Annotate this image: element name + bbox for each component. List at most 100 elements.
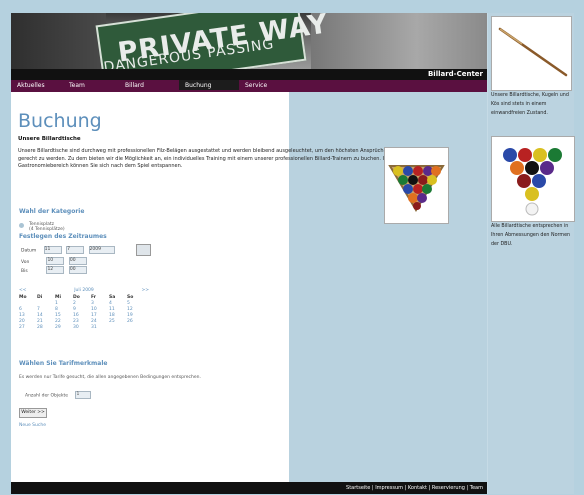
calendar: << Juli 2009 >> Mo Di Mi Do Fr Sa So 1 2 3 4 5 6 7 8 9 1… [19, 288, 149, 330]
calendar-day[interactable]: 23 [73, 319, 91, 324]
calendar-day[interactable]: 10 [91, 307, 109, 312]
footer-links[interactable]: Startseite | Impressum | Kontakt | Reser… [346, 485, 483, 491]
von-hour-select[interactable]: 10 [46, 257, 65, 265]
nav-item-service[interactable]: Service [239, 80, 299, 90]
anzahl-row: Anzahl der Objekte 1 [25, 391, 92, 399]
anzahl-select[interactable]: 1 [75, 391, 92, 399]
kategorie-radio[interactable] [19, 223, 24, 228]
datum-row: Datum 11 7 2009 [21, 246, 115, 254]
header-stone-left [11, 13, 106, 69]
sidebar-text-2: Alle Billardtische entsprechen in Ihren … [491, 224, 571, 247]
calendar-day[interactable]: 1 [55, 301, 73, 306]
von-row: Von 10 00 [21, 257, 87, 265]
bis-row: Bis 12 00 [21, 266, 87, 274]
calendar-day[interactable]: 19 [127, 313, 145, 318]
calendar-day-header: Fr [91, 295, 97, 300]
kategorie-option-label: Tennisplatz (4 Tennisplätze) [29, 222, 65, 232]
intro-text: Unsere Billardtische sind durchweg mit p… [18, 148, 390, 169]
calendar-day[interactable]: 31 [91, 325, 109, 330]
calendar-prev[interactable]: << [19, 288, 27, 293]
calendar-day[interactable]: 11 [109, 307, 127, 312]
calendar-day[interactable]: 26 [127, 319, 145, 324]
calendar-day[interactable]: 22 [55, 319, 73, 324]
weiter-button[interactable]: Weiter >> [19, 408, 47, 418]
calendar-day[interactable]: 17 [91, 313, 109, 318]
nav-item-team[interactable]: Team [63, 80, 119, 90]
tarif-text: Es werden nur Tarife gesucht, die allen … [19, 375, 201, 380]
calendar-icon[interactable] [136, 244, 151, 256]
calendar-day[interactable]: 6 [19, 307, 37, 312]
calendar-day[interactable]: 14 [37, 313, 55, 318]
calendar-day[interactable]: 24 [91, 319, 109, 324]
calendar-day[interactable]: 8 [55, 307, 73, 312]
header-image: PRIVATE WAY DANGEROUS PASSING [11, 13, 487, 69]
billiard-balls-image [384, 147, 449, 224]
calendar-day[interactable]: 25 [109, 319, 127, 324]
kategorie-heading: Wahl der Kategorie [19, 208, 85, 215]
calendar-day[interactable]: 9 [73, 307, 91, 312]
calendar-day [109, 325, 127, 330]
calendar-day-header: So [127, 295, 134, 300]
calendar-day[interactable]: 28 [37, 325, 55, 330]
calendar-day[interactable]: 16 [73, 313, 91, 318]
month-select[interactable]: 7 [66, 246, 85, 254]
nav-item-buchung[interactable]: Buchung [179, 80, 239, 90]
calendar-day-header: Mi [55, 295, 62, 300]
calendar-day[interactable]: 30 [73, 325, 91, 330]
calendar-day [37, 301, 55, 306]
calendar-day[interactable]: 7 [37, 307, 55, 312]
calendar-day-header: Mo [19, 295, 27, 300]
von-minute-value: 00 [69, 258, 76, 263]
calendar-day[interactable]: 4 [109, 301, 127, 306]
calendar-day [19, 301, 37, 306]
cue-stick-icon [498, 27, 568, 77]
billiard-balls-triangle-2-icon [503, 148, 562, 216]
von-hour-value: 10 [47, 258, 54, 263]
calendar-day[interactable]: 21 [37, 319, 55, 324]
main-nav: Aktuelles Team Billard Buchung Service [11, 80, 487, 92]
calendar-day[interactable]: 2 [73, 301, 91, 306]
calendar-day[interactable]: 27 [19, 325, 37, 330]
calendar-day[interactable]: 13 [19, 313, 37, 318]
calendar-grid: Mo Di Mi Do Fr Sa So 1 2 3 4 5 6 7 8 9 10 11 12 13 14 15 16 17 1… [19, 295, 149, 330]
bis-minute-select[interactable]: 00 [68, 266, 87, 274]
calendar-day[interactable]: 12 [127, 307, 145, 312]
datum-label: Datum [21, 248, 37, 254]
calendar-day[interactable]: 15 [55, 313, 73, 318]
brand-bar: Billard-Center [11, 69, 487, 80]
nav-item-aktuelles[interactable]: Aktuelles [11, 80, 63, 90]
brand-name: Billard-Center [427, 70, 483, 78]
zeitraum-heading: Festlegen des Zeitraumes [19, 233, 107, 240]
day-value: 11 [44, 247, 51, 252]
von-label: Von [21, 259, 30, 265]
page-title: Buchung [18, 110, 102, 132]
year-value: 2009 [89, 247, 101, 252]
calendar-day[interactable]: 5 [127, 301, 145, 306]
anzahl-label: Anzahl der Objekte [25, 393, 69, 399]
year-select[interactable]: 2009 [88, 246, 115, 254]
tarif-heading: Wählen Sie Tarifmerkmale [19, 360, 108, 367]
day-select[interactable]: 11 [43, 246, 62, 254]
calendar-header: << Juli 2009 >> [19, 288, 149, 293]
month-value: 7 [67, 247, 70, 252]
billiard-balls-image-2 [491, 136, 575, 222]
calendar-month: Juli 2009 [74, 288, 94, 293]
anzahl-value: 1 [76, 392, 80, 397]
neue-suche-link[interactable]: Neue Suche [19, 423, 46, 428]
calendar-day[interactable]: 18 [109, 313, 127, 318]
bis-hour-value: 12 [47, 267, 54, 272]
bis-hour-select[interactable]: 12 [46, 266, 65, 274]
calendar-next[interactable]: >> [141, 288, 149, 293]
calendar-day [127, 325, 145, 330]
calendar-day-header: Sa [109, 295, 116, 300]
content-area: Buchung Unsere Billardtische Unsere Bill… [11, 92, 390, 482]
nav-item-billard[interactable]: Billard [119, 80, 179, 90]
footer-bar: Startseite | Impressum | Kontakt | Reser… [11, 482, 487, 494]
bis-label: Bis [21, 268, 28, 274]
calendar-day[interactable]: 20 [19, 319, 37, 324]
cue-image [491, 16, 572, 91]
calendar-day[interactable]: 29 [55, 325, 73, 330]
von-minute-select[interactable]: 00 [68, 257, 87, 265]
calendar-day[interactable]: 3 [91, 301, 109, 306]
header-stone-right [311, 13, 487, 69]
